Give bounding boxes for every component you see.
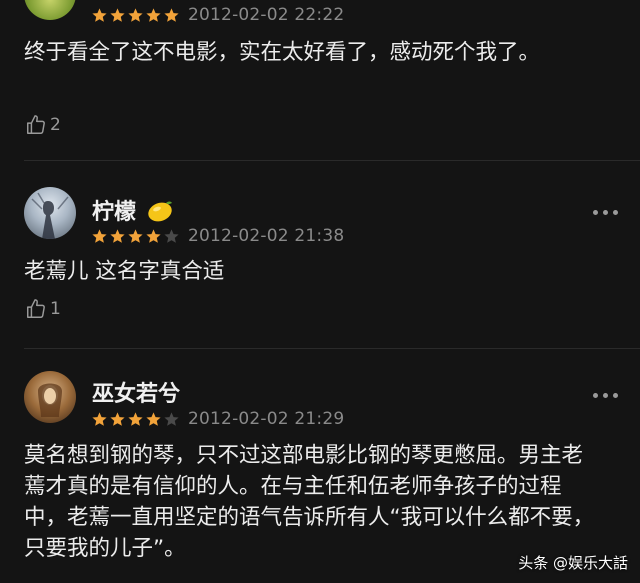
more-options-button[interactable] <box>593 210 618 215</box>
avatar[interactable] <box>24 371 76 423</box>
star-filled-icon <box>110 8 125 22</box>
star-empty-icon <box>164 412 179 426</box>
rating-stars <box>91 228 180 245</box>
star-filled-icon <box>128 412 143 426</box>
comment-text: 终于看全了这不电影，实在太好看了，感动死个我了。 <box>24 40 541 65</box>
comment-date: 2012-02-02 22:22 <box>188 5 345 25</box>
avatar[interactable] <box>24 0 76 20</box>
comment-text: 老蔫儿 这名字真合适 <box>24 259 225 284</box>
lemon-emoji-icon <box>147 201 172 222</box>
like-count: 1 <box>50 299 61 319</box>
star-filled-icon <box>110 412 125 426</box>
star-filled-icon <box>146 412 161 426</box>
comment-text: 莫名想到钢的琴，只不过这部电影比钢的琴更憋屈。男主老蔫才真的是有信仰的人。在与主… <box>24 443 595 561</box>
star-filled-icon <box>128 8 143 22</box>
comment-date: 2012-02-02 21:38 <box>188 226 345 246</box>
comment-1: 2012-02-02 22:22 终于看全了这不电影，实在太好看了，感动死个我了… <box>0 0 640 160</box>
like-button[interactable]: 2 <box>25 114 61 136</box>
divider <box>24 348 640 349</box>
star-empty-icon <box>164 229 179 243</box>
thumbs-up-icon <box>27 115 45 134</box>
star-filled-icon <box>146 8 161 22</box>
rating-stars <box>91 411 180 428</box>
star-filled-icon <box>146 229 161 243</box>
avatar-figure-icon <box>31 192 69 239</box>
like-count: 2 <box>50 115 61 135</box>
thumbs-up-icon <box>27 299 45 318</box>
like-button[interactable]: 1 <box>25 298 61 320</box>
rating-stars <box>91 7 180 24</box>
username[interactable]: 巫女若兮 <box>92 376 180 408</box>
username[interactable]: 柠檬 <box>92 194 174 226</box>
watermark: 头条 @娱乐大話 <box>518 554 628 572</box>
more-options-button[interactable] <box>593 393 618 398</box>
star-filled-icon <box>164 8 179 22</box>
star-filled-icon <box>92 229 107 243</box>
avatar[interactable] <box>24 187 76 239</box>
divider <box>24 160 640 161</box>
avatar-portrait-icon <box>38 383 62 417</box>
star-filled-icon <box>92 412 107 426</box>
star-filled-icon <box>128 229 143 243</box>
star-filled-icon <box>92 8 107 22</box>
star-filled-icon <box>110 229 125 243</box>
comment-date: 2012-02-02 21:29 <box>188 409 345 429</box>
